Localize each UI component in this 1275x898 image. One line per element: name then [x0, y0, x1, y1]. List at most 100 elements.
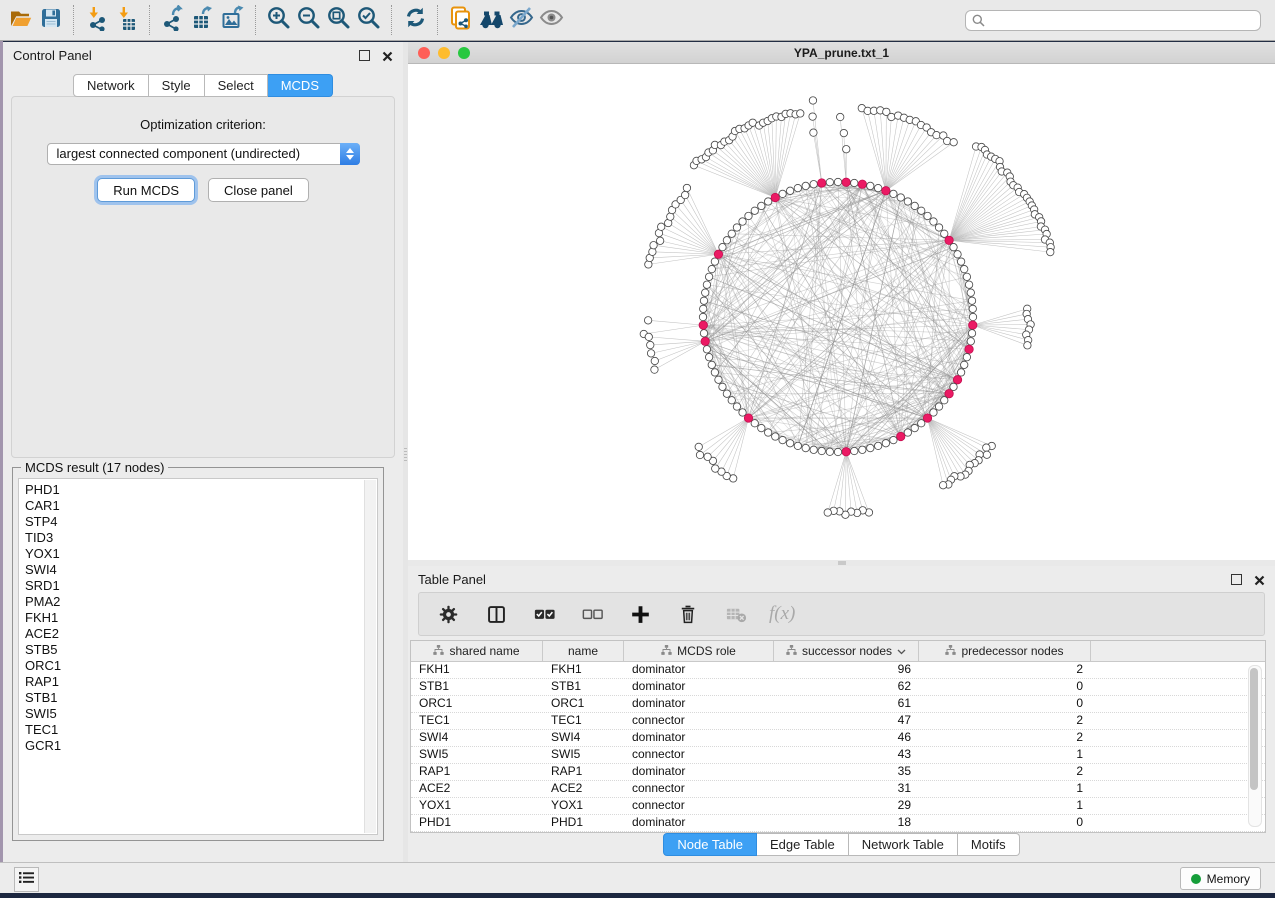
network-node[interactable]: [826, 448, 833, 455]
network-node[interactable]: [794, 442, 801, 449]
network-node[interactable]: [705, 273, 712, 280]
network-node[interactable]: [961, 265, 968, 272]
select-all-button[interactable]: [529, 599, 559, 629]
network-node[interactable]: [809, 113, 816, 120]
network-node[interactable]: [703, 346, 710, 353]
network-node[interactable]: [810, 446, 817, 453]
delete-column-button[interactable]: [673, 599, 703, 629]
mcds-node[interactable]: [714, 250, 722, 258]
network-node[interactable]: [649, 248, 656, 255]
network-node[interactable]: [739, 218, 746, 225]
mcds-result-node[interactable]: SRD1: [19, 578, 377, 594]
network-node[interactable]: [1047, 248, 1054, 255]
column-header-name[interactable]: name: [543, 641, 624, 661]
network-node[interactable]: [809, 97, 816, 104]
network-node[interactable]: [645, 333, 652, 340]
network-node[interactable]: [644, 317, 651, 324]
network-node[interactable]: [712, 465, 719, 472]
network-node[interactable]: [963, 273, 970, 280]
network-node[interactable]: [983, 451, 990, 458]
network-node[interactable]: [802, 444, 809, 451]
network-node[interactable]: [723, 390, 730, 397]
network-node[interactable]: [890, 190, 897, 197]
close-panel-icon[interactable]: [1254, 574, 1265, 585]
network-node[interactable]: [723, 237, 730, 244]
zoom-in-button[interactable]: [264, 5, 294, 35]
network-node[interactable]: [954, 251, 961, 258]
network-node[interactable]: [840, 129, 847, 136]
network-node[interactable]: [711, 369, 718, 376]
network-node[interactable]: [1024, 342, 1031, 349]
network-node[interactable]: [810, 181, 817, 188]
mcds-result-node[interactable]: PHD1: [19, 482, 377, 498]
hide-eye-button[interactable]: [506, 5, 536, 35]
network-node[interactable]: [969, 313, 976, 320]
network-node[interactable]: [764, 198, 771, 205]
mcds-result-node[interactable]: YOX1: [19, 546, 377, 562]
zoom-selected-button[interactable]: [354, 5, 384, 35]
network-node[interactable]: [797, 110, 804, 117]
deselect-all-button[interactable]: [577, 599, 607, 629]
mcds-node[interactable]: [897, 432, 905, 440]
network-node[interactable]: [650, 242, 657, 249]
network-window-titlebar[interactable]: YPA_prune.txt_1: [408, 42, 1275, 64]
table-row-TEC1[interactable]: TEC1TEC1connector472: [411, 713, 1265, 730]
network-node[interactable]: [911, 424, 918, 431]
network-node[interactable]: [772, 433, 779, 440]
network-node[interactable]: [751, 207, 758, 214]
network-node[interactable]: [939, 482, 946, 489]
network-node[interactable]: [700, 305, 707, 312]
network-node[interactable]: [967, 338, 974, 345]
mcds-result-node[interactable]: CAR1: [19, 498, 377, 514]
tab-node-table[interactable]: Node Table: [663, 833, 757, 856]
tab-network-table[interactable]: Network Table: [849, 833, 958, 856]
network-node[interactable]: [802, 182, 809, 189]
mcds-result-node[interactable]: TID3: [19, 530, 377, 546]
tab-edge-table[interactable]: Edge Table: [757, 833, 849, 856]
network-node[interactable]: [739, 409, 746, 416]
mcds-node[interactable]: [953, 376, 961, 384]
network-node[interactable]: [826, 179, 833, 186]
network-node[interactable]: [745, 212, 752, 219]
network-node[interactable]: [967, 289, 974, 296]
network-node[interactable]: [834, 178, 841, 185]
network-node[interactable]: [933, 131, 940, 138]
network-node[interactable]: [779, 190, 786, 197]
network-node[interactable]: [786, 187, 793, 194]
network-node[interactable]: [818, 447, 825, 454]
network-node[interactable]: [708, 265, 715, 272]
network-node[interactable]: [758, 202, 765, 209]
table-row-ORC1[interactable]: ORC1ORC1dominator610: [411, 696, 1265, 713]
network-node[interactable]: [867, 444, 874, 451]
mcds-node[interactable]: [842, 448, 850, 456]
network-node[interactable]: [924, 212, 931, 219]
network-node[interactable]: [957, 369, 964, 376]
network-node[interactable]: [965, 281, 972, 288]
float-panel-icon[interactable]: [359, 50, 370, 61]
tab-style[interactable]: Style: [149, 74, 205, 97]
mcds-result-node[interactable]: TEC1: [19, 722, 377, 738]
mcds-result-node[interactable]: SWI5: [19, 706, 377, 722]
mcds-result-node[interactable]: FKH1: [19, 610, 377, 626]
criterion-select[interactable]: largest connected component (undirected): [47, 143, 360, 165]
network-node[interactable]: [968, 297, 975, 304]
network-node[interactable]: [699, 313, 706, 320]
table-row-RAP1[interactable]: RAP1RAP1dominator352: [411, 764, 1265, 781]
network-node[interactable]: [708, 361, 715, 368]
column-header-successor-nodes[interactable]: successor nodes: [774, 641, 919, 661]
network-node[interactable]: [983, 444, 990, 451]
network-node[interactable]: [963, 353, 970, 360]
mcds-node[interactable]: [699, 321, 707, 329]
network-node[interactable]: [904, 198, 911, 205]
mcds-result-node[interactable]: ORC1: [19, 658, 377, 674]
mcds-result-node[interactable]: STP4: [19, 514, 377, 530]
network-node[interactable]: [728, 397, 735, 404]
search-input[interactable]: [965, 10, 1261, 31]
network-node[interactable]: [935, 403, 942, 410]
add-column-button[interactable]: [625, 599, 655, 629]
network-node[interactable]: [696, 451, 703, 458]
network-node[interactable]: [702, 289, 709, 296]
network-node[interactable]: [918, 207, 925, 214]
mcds-node[interactable]: [771, 193, 779, 201]
network-node[interactable]: [851, 447, 858, 454]
